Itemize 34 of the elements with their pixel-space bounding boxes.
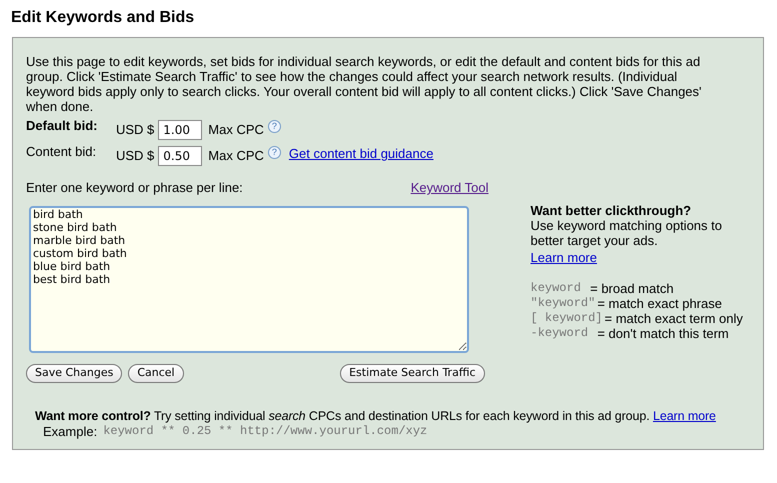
match-meaning: = match exact term only [604,310,743,326]
save-changes-button[interactable]: Save Changes [26,364,122,383]
currency-label: USD $ [116,147,154,166]
bid-label: Content bid: [26,143,98,162]
estimate-traffic-button[interactable]: Estimate Search Traffic [340,364,484,383]
match-syntax: "keyword" [530,296,596,310]
example-code: keyword ** 0.25 ** http://www.yoururl.com/xyz [103,424,428,439]
max-cpc-label: Max CPC [208,121,264,140]
bid-guidance-link[interactable]: Get content bid guidance [288,144,434,164]
match-syntax: -keyword [530,326,590,340]
more-control-text: Want more control? Try setting individual search CPCs and destination URLs for each keyword in this ad group. Learn more [35,409,717,424]
match-meaning: = don't match this term [597,326,729,340]
keywords-label: Enter one keyword or phrase per line: [26,179,243,197]
match-syntax: keyword [530,280,582,296]
bid-label: Default bid: [26,117,98,136]
keyword-tool-link[interactable]: Keyword Tool [410,178,488,198]
tip-text: Use keyword matching options to better target your ads. [530,218,723,248]
match-syntax: [ keyword] [530,310,603,326]
learn-more-link[interactable]: Learn more [530,250,597,265]
match-meaning: = broad match [590,280,674,296]
match-meaning: = match exact phrase [597,296,722,310]
bid-field[interactable]: 1.00 [158,120,202,140]
help-icon[interactable]: ? [268,120,281,132]
currency-label: USD $ [116,121,154,140]
learn-more-link[interactable]: Learn more [652,409,716,423]
tip-heading: Want better clickthrough? [530,203,692,218]
page-title: Edit Keywords and Bids [11,8,196,28]
max-cpc-label: Max CPC [208,147,264,166]
intro-text: Use this page to edit keywords, set bids for individual search keywords, or edit the default and content bids for this ad group. Click 'Estimate Search Traffic' to see how the changes could affect your search network results. (Individual keyword bids apply only to search clicks. Your overall content bid will apply to all content clicks.) Click 'Save Changes' when done. [26,54,703,114]
example-label: Example: [43,424,98,439]
help-icon[interactable]: ? [268,146,281,158]
cancel-button[interactable]: Cancel [128,364,184,383]
keywords-field[interactable]: bird bath stone bird bath marble bird bath custom bird bath blue bird bath best bird bath [29,206,469,352]
bid-field[interactable]: 0.50 [158,146,202,166]
